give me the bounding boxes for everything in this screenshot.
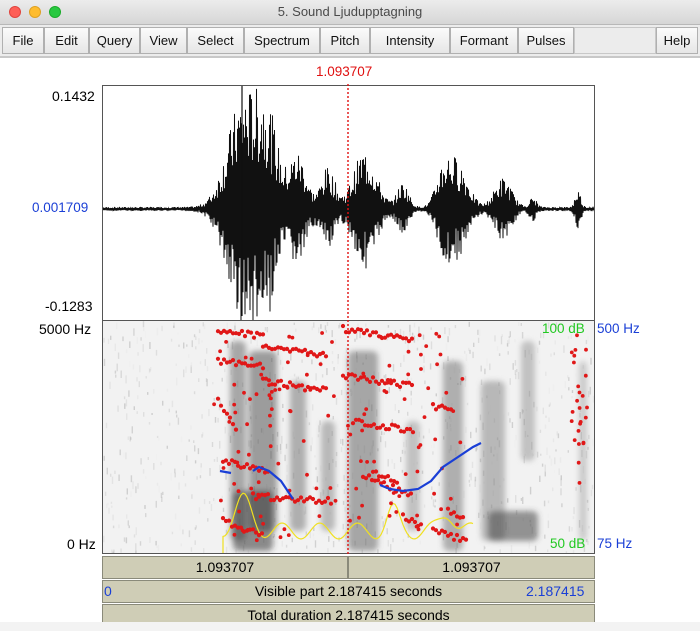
menu-pitch[interactable]: Pitch bbox=[320, 27, 370, 54]
menu-spacer bbox=[574, 27, 656, 54]
menu-spectrum[interactable]: Spectrum bbox=[244, 27, 320, 54]
menu-intensity[interactable]: Intensity bbox=[370, 27, 450, 54]
menu-select[interactable]: Select bbox=[187, 27, 244, 54]
menu-view[interactable]: View bbox=[140, 27, 187, 54]
menu-edit[interactable]: Edit bbox=[44, 27, 89, 54]
horizontal-scrollbar[interactable] bbox=[0, 622, 700, 631]
title-bar: 5. Sound Ljudupptagning bbox=[0, 0, 700, 25]
menu-pulses[interactable]: Pulses bbox=[518, 27, 574, 54]
pitch-max-label: 500 Hz bbox=[597, 321, 640, 336]
pitch-min-label: 75 Hz bbox=[597, 536, 633, 551]
window-title: 5. Sound Ljudupptagning bbox=[277, 4, 423, 19]
spectrogram-freq-top-label: 5000 Hz bbox=[39, 321, 92, 337]
cursor-time-label: 1.093707 bbox=[316, 64, 373, 79]
menu-query[interactable]: Query bbox=[89, 27, 140, 54]
visible-part-bar[interactable]: Visible part 2.187415 seconds bbox=[102, 580, 595, 603]
menu-formant[interactable]: Formant bbox=[450, 27, 518, 54]
menu-bar: File Edit Query View Select Spectrum Pit… bbox=[0, 25, 700, 56]
left-selection-bar[interactable]: 1.093707 bbox=[102, 556, 348, 579]
visible-part-label: Visible part 2.187415 seconds bbox=[254, 583, 443, 599]
intensity-max-label: 100 dB bbox=[542, 321, 585, 336]
waveform-min-label: -0.1283 bbox=[45, 298, 93, 314]
time-cursor-line[interactable] bbox=[346, 84, 350, 554]
menu-file[interactable]: File bbox=[2, 27, 44, 54]
visible-end-label: 2.187415 bbox=[526, 583, 585, 599]
total-duration-label: Total duration 2.187415 seconds bbox=[247, 607, 450, 623]
intensity-min-label: 50 dB bbox=[550, 536, 586, 551]
waveform-max-label: 0.1432 bbox=[52, 88, 95, 104]
spectrogram-freq-bottom-label: 0 Hz bbox=[67, 536, 96, 552]
visible-start-label: 0 bbox=[104, 583, 112, 599]
menu-help[interactable]: Help bbox=[656, 27, 698, 54]
right-selection-bar[interactable]: 1.093707 bbox=[348, 556, 595, 579]
waveform-center-label: 0.001709 bbox=[32, 200, 89, 215]
